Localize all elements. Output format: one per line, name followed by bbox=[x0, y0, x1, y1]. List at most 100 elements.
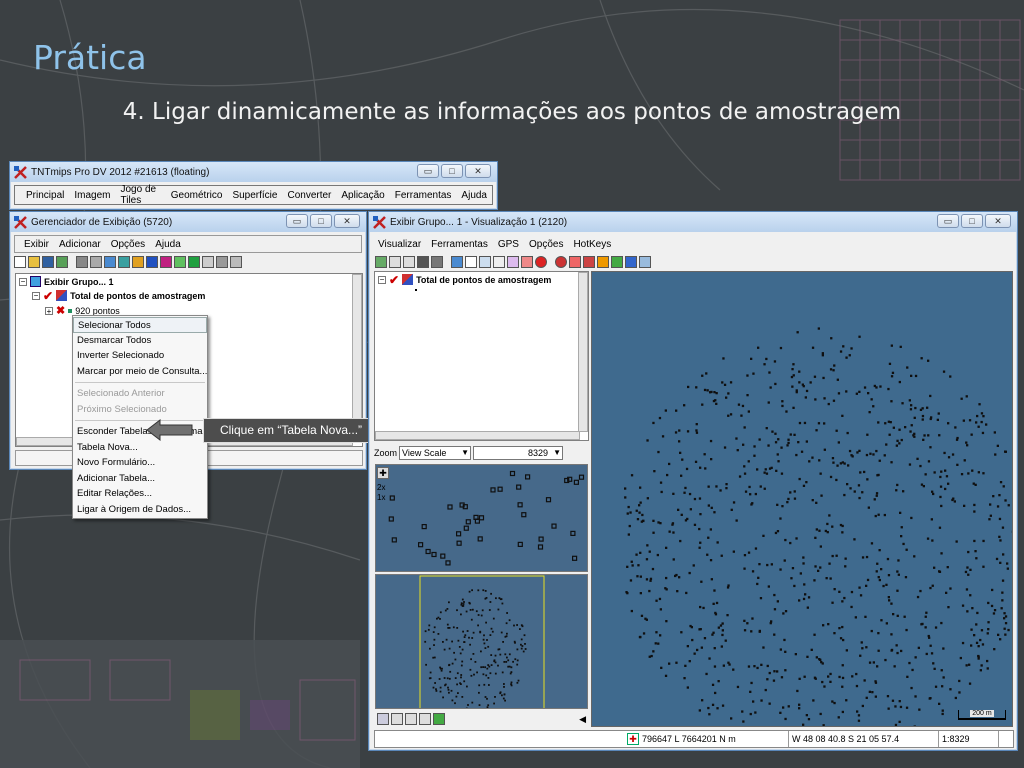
menu-geometrico[interactable]: Geométrico bbox=[166, 190, 228, 201]
add-layer-icon[interactable] bbox=[451, 256, 463, 268]
close-button[interactable]: ✕ bbox=[465, 164, 491, 178]
menu-gps[interactable]: GPS bbox=[493, 239, 524, 250]
raster-icon[interactable] bbox=[118, 256, 130, 268]
menu-imagem[interactable]: Imagem bbox=[69, 190, 115, 201]
close-button[interactable]: ✕ bbox=[334, 214, 360, 228]
legend-icon[interactable] bbox=[611, 256, 623, 268]
layer-icon[interactable] bbox=[76, 256, 88, 268]
select-icon[interactable] bbox=[465, 256, 477, 268]
sparkle-icon[interactable] bbox=[639, 256, 651, 268]
search-icon[interactable] bbox=[569, 256, 581, 268]
pointer-icon[interactable] bbox=[583, 256, 595, 268]
display-manager-titlebar[interactable]: Gerenciador de Exibição (5720) ▭ □ ✕ bbox=[10, 212, 366, 232]
cancel-icon[interactable] bbox=[555, 256, 567, 268]
table-icon[interactable] bbox=[216, 256, 228, 268]
arrows-icon[interactable] bbox=[521, 256, 533, 268]
map-icon[interactable] bbox=[433, 713, 445, 725]
gps-crosshair-icon[interactable]: ✚ bbox=[627, 733, 639, 745]
vehicle-icon[interactable] bbox=[90, 256, 102, 268]
list-icon[interactable] bbox=[230, 256, 242, 268]
menu-hotkeys[interactable]: HotKeys bbox=[568, 239, 616, 250]
collapse-icon[interactable]: − bbox=[32, 291, 40, 300]
tree-layer-row[interactable]: − ✔ Total de pontos de amostragem bbox=[32, 290, 205, 302]
save-icon[interactable] bbox=[42, 256, 54, 268]
minimize-button[interactable]: ▭ bbox=[937, 214, 959, 228]
context-menu-item-ligar-a-origem-de-dados[interactable]: Ligar à Origem de Dados... bbox=[73, 502, 207, 518]
zoom-value-field[interactable]: 8329 ▼ bbox=[473, 446, 564, 460]
chart-icon[interactable] bbox=[202, 256, 214, 268]
measure-icon[interactable] bbox=[479, 256, 491, 268]
checkmark-icon[interactable]: ✔ bbox=[389, 274, 399, 286]
pan-handle-icon[interactable]: ✚ bbox=[377, 467, 389, 479]
maximize-button[interactable]: □ bbox=[961, 214, 983, 228]
context-menu-item-novo-formulario[interactable]: Novo Formulário... bbox=[73, 455, 207, 471]
maximize-button[interactable]: □ bbox=[441, 164, 463, 178]
context-menu-item-adicionar-tabela[interactable]: Adicionar Tabela... bbox=[73, 471, 207, 487]
globe-icon[interactable] bbox=[188, 256, 200, 268]
context-menu-item-editar-relacoes[interactable]: Editar Relações... bbox=[73, 486, 207, 502]
magnify-icon[interactable] bbox=[419, 713, 431, 725]
image-icon[interactable] bbox=[132, 256, 144, 268]
menu-ajuda[interactable]: Ajuda bbox=[456, 190, 492, 201]
menu-principal[interactable]: Principal bbox=[21, 190, 69, 201]
overview-map[interactable] bbox=[375, 574, 588, 709]
expand-icon[interactable]: + bbox=[45, 306, 53, 315]
pan-icon[interactable] bbox=[507, 256, 519, 268]
context-menu-item-inverter-selecionado[interactable]: Inverter Selecionado bbox=[73, 348, 207, 364]
view-titlebar[interactable]: Exibir Grupo... 1 - Visualização 1 (2120… bbox=[369, 212, 1017, 232]
color-icon[interactable] bbox=[160, 256, 172, 268]
menu-adicionar[interactable]: Adicionar bbox=[54, 239, 106, 250]
new-icon[interactable] bbox=[14, 256, 26, 268]
menu-opcoes[interactable]: Opções bbox=[106, 239, 150, 250]
horizontal-scrollbar[interactable] bbox=[375, 431, 580, 440]
context-menu-item-selecionar-todos[interactable]: Selecionar Todos bbox=[73, 317, 207, 333]
camera-icon[interactable] bbox=[431, 256, 443, 268]
zoom-out-icon[interactable] bbox=[403, 256, 415, 268]
binoculars-icon[interactable] bbox=[417, 256, 429, 268]
main-map[interactable]: 200 m bbox=[591, 271, 1013, 727]
menu-converter[interactable]: Converter bbox=[282, 190, 336, 201]
gps-icon[interactable] bbox=[625, 256, 637, 268]
zoom-in-icon[interactable] bbox=[391, 713, 403, 725]
menu-visualizar[interactable]: Visualizar bbox=[373, 239, 426, 250]
menu-opcoes[interactable]: Opções bbox=[524, 239, 568, 250]
menu-ferramentas[interactable]: Ferramentas bbox=[426, 239, 493, 250]
minimize-button[interactable]: ▭ bbox=[286, 214, 308, 228]
edit-icon[interactable] bbox=[597, 256, 609, 268]
legend-layer-row[interactable]: − ✔ Total de pontos de amostragem bbox=[378, 274, 551, 286]
close-button[interactable]: ✕ bbox=[985, 214, 1011, 228]
open-icon[interactable] bbox=[28, 256, 40, 268]
checkmark-icon[interactable]: ✔ bbox=[43, 290, 53, 302]
list-view-icon[interactable] bbox=[377, 713, 389, 725]
vector-icon[interactable] bbox=[146, 256, 158, 268]
add-layer-icon[interactable] bbox=[104, 256, 116, 268]
menu-ajuda[interactable]: Ajuda bbox=[150, 239, 186, 250]
context-menu-item-tabela-nova[interactable]: Tabela Nova... bbox=[73, 440, 207, 456]
stop-icon[interactable] bbox=[535, 256, 547, 268]
zoom-mode-select[interactable]: View Scale ▼ bbox=[399, 446, 472, 460]
menu-ferramentas[interactable]: Ferramentas bbox=[390, 190, 457, 201]
menu-superficie[interactable]: Superfície bbox=[227, 190, 282, 201]
print-icon[interactable] bbox=[56, 256, 68, 268]
grid-icon[interactable] bbox=[174, 256, 186, 268]
context-menu-item-marcar-por-meio-de-consulta[interactable]: Marcar por meio de Consulta... bbox=[73, 364, 207, 380]
inset-detail-map[interactable]: 2x 1x ✚ bbox=[375, 464, 588, 572]
menu-jogo-de-tiles[interactable]: Jogo de Tiles bbox=[115, 184, 165, 206]
view-extent-frame[interactable] bbox=[419, 575, 545, 709]
collapse-icon[interactable]: − bbox=[378, 275, 386, 284]
context-menu-item-desmarcar-todos[interactable]: Desmarcar Todos bbox=[73, 333, 207, 349]
collapse-icon[interactable]: − bbox=[19, 277, 27, 286]
menu-exibir[interactable]: Exibir bbox=[19, 239, 54, 250]
zoom-out-icon[interactable] bbox=[405, 713, 417, 725]
menu-aplicacao[interactable]: Aplicação bbox=[336, 190, 389, 201]
tree-group-row[interactable]: − Exibir Grupo... 1 bbox=[19, 276, 114, 287]
zoom-in-icon[interactable] bbox=[389, 256, 401, 268]
cursor-icon[interactable] bbox=[493, 256, 505, 268]
minimize-button[interactable]: ▭ bbox=[417, 164, 439, 178]
redraw-icon[interactable] bbox=[375, 256, 387, 268]
chevron-left-icon[interactable]: ◀ bbox=[579, 714, 586, 725]
maximize-button[interactable]: □ bbox=[310, 214, 332, 228]
vertical-scrollbar[interactable] bbox=[578, 272, 588, 432]
vertical-scrollbar[interactable] bbox=[352, 274, 362, 439]
tntmips-titlebar[interactable]: TNTmips Pro DV 2012 #21613 (floating) ▭ … bbox=[10, 162, 497, 182]
